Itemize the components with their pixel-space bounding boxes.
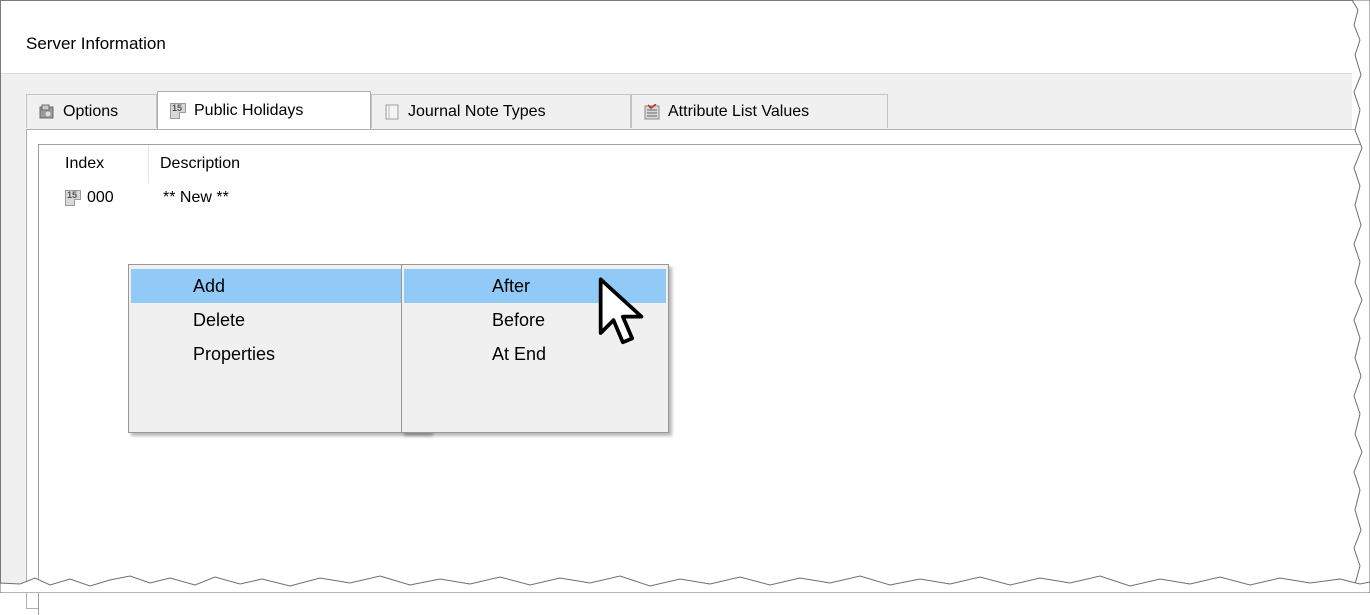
tab-public-holidays-label: Public Holidays xyxy=(194,101,304,119)
mouse-pointer-icon xyxy=(598,277,644,345)
menu-item-properties-label: Properties xyxy=(193,343,276,364)
tab-attribute-list-values-label: Attribute List Values xyxy=(668,102,810,120)
column-header-index[interactable]: Index xyxy=(39,145,149,183)
options-icon xyxy=(39,104,55,120)
menu-item-add-label: Add xyxy=(193,275,226,296)
submenu-item-at-end-label: At End xyxy=(492,343,547,364)
column-header-description[interactable]: Description xyxy=(150,145,450,183)
list-row[interactable]: 000 ** New ** xyxy=(39,183,229,213)
journal-icon xyxy=(384,104,400,120)
window-title: Server Information xyxy=(26,34,166,53)
tab-attribute-list-values[interactable]: Attribute List Values xyxy=(631,94,888,128)
tab-options[interactable]: Options xyxy=(26,94,157,128)
tab-public-holidays[interactable]: Public Holidays xyxy=(157,91,371,129)
tab-options-label: Options xyxy=(63,102,119,120)
submenu-item-before-label: Before xyxy=(492,309,546,330)
menu-item-delete-label: Delete xyxy=(193,309,246,330)
menu-item-properties[interactable]: Properties xyxy=(131,337,427,371)
row-description: ** New ** xyxy=(163,189,229,206)
submenu-item-after-label: After xyxy=(492,275,531,296)
context-menu: Add > Delete Properties xyxy=(128,264,430,433)
tab-journal-note-types[interactable]: Journal Note Types xyxy=(371,94,631,128)
tab-journal-note-types-label: Journal Note Types xyxy=(408,102,546,120)
attribute-list-icon xyxy=(644,102,660,120)
menu-item-delete[interactable]: Delete xyxy=(131,303,427,337)
calendar-icon xyxy=(170,102,186,119)
calendar-icon xyxy=(65,190,81,206)
row-index: 000 xyxy=(87,189,114,206)
window-title-bar: Server Information xyxy=(1,1,1352,74)
menu-item-add[interactable]: Add > xyxy=(131,269,427,303)
